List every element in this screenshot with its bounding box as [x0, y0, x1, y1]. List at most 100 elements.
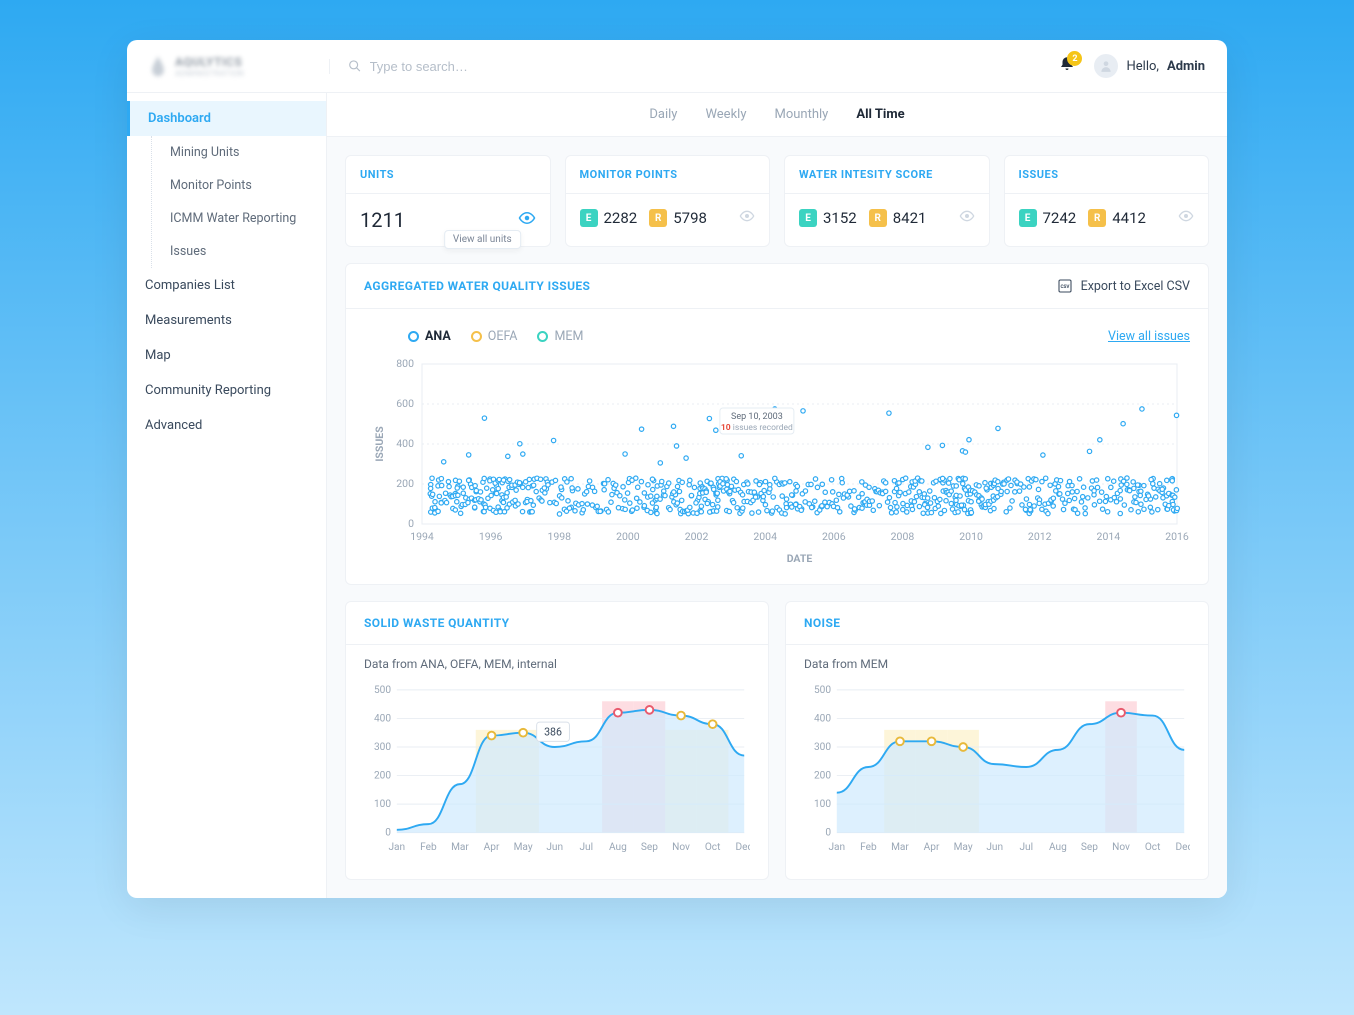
- svg-text:Mar: Mar: [451, 842, 469, 853]
- svg-text:500: 500: [374, 685, 391, 696]
- svg-text:Jan: Jan: [828, 842, 845, 853]
- stat-wi-title: WATER INTESITY SCORE: [785, 156, 989, 194]
- sidebar-item-mining-units[interactable]: Mining Units: [156, 136, 326, 169]
- svg-text:200: 200: [396, 477, 414, 490]
- view-all-issues-link[interactable]: View all issues: [1108, 329, 1190, 344]
- stat-issues: ISSUES E7242 R4412: [1004, 155, 1210, 247]
- legend-ana[interactable]: ANA: [408, 329, 451, 344]
- panel-noise: NOISE Data from MEM 0100200300400500JanF…: [785, 601, 1209, 880]
- stat-wi-r: 8421: [893, 209, 927, 227]
- eye-icon[interactable]: [739, 208, 755, 228]
- eye-icon[interactable]: [518, 209, 536, 231]
- svg-text:500: 500: [814, 685, 831, 696]
- svg-text:2014: 2014: [1097, 530, 1121, 543]
- app-window: AQULYTICS ADMINISTRATION 2 Hello, Admin …: [127, 40, 1227, 898]
- svg-text:1994: 1994: [410, 530, 434, 543]
- main: Daily Weekly Mounthly All Time UNITS 121…: [327, 93, 1227, 898]
- svg-text:May: May: [514, 842, 533, 853]
- svg-text:DATE: DATE: [787, 552, 813, 564]
- tab-weekly[interactable]: Weekly: [705, 107, 746, 122]
- panel-noise-title: NOISE: [804, 616, 840, 630]
- stat-water-intensity: WATER INTESITY SCORE E3152 R8421: [784, 155, 990, 247]
- svg-text:400: 400: [396, 437, 414, 450]
- notification-count: 2: [1067, 51, 1082, 66]
- svg-text:2000: 2000: [616, 530, 640, 543]
- svg-text:400: 400: [814, 713, 831, 724]
- badge-r: R: [1088, 209, 1106, 227]
- svg-text:Nov: Nov: [672, 842, 690, 853]
- svg-text:2004: 2004: [753, 530, 777, 543]
- tab-all-time[interactable]: All Time: [856, 107, 904, 122]
- stat-issues-title: ISSUES: [1005, 156, 1209, 194]
- agg-legend: ANA OEFA MEM View all issues: [408, 329, 1190, 344]
- svg-text:CSV: CSV: [1060, 284, 1070, 290]
- sidebar-item-dashboard[interactable]: Dashboard: [127, 101, 326, 136]
- svg-text:100: 100: [374, 799, 391, 810]
- noise-chart: 0100200300400500JanFebMarAprMayJunJulAug…: [804, 679, 1190, 859]
- user-menu[interactable]: Hello, Admin: [1094, 54, 1205, 78]
- legend-oefa[interactable]: OEFA: [471, 329, 518, 344]
- svg-text:Jun: Jun: [546, 842, 563, 853]
- eye-icon[interactable]: [959, 208, 975, 228]
- sidebar-item-monitor-points[interactable]: Monitor Points: [156, 169, 326, 202]
- svg-text:2016: 2016: [1165, 530, 1189, 543]
- stat-units-value: 1211: [360, 208, 405, 232]
- svg-text:200: 200: [814, 770, 831, 781]
- svg-text:Jul: Jul: [579, 842, 593, 853]
- stat-issues-r: 4412: [1112, 209, 1146, 227]
- svg-text:0: 0: [825, 828, 831, 839]
- badge-r: R: [649, 209, 667, 227]
- sidebar: Dashboard Mining Units Monitor Points IC…: [127, 93, 327, 898]
- notifications-button[interactable]: 2: [1058, 55, 1076, 77]
- svg-text:Sep 10, 2003: Sep 10, 2003: [731, 412, 783, 422]
- sidebar-item-measurements[interactable]: Measurements: [127, 303, 326, 338]
- svg-text:0: 0: [385, 828, 391, 839]
- stat-mp-e: 2282: [604, 209, 638, 227]
- csv-icon: CSV: [1057, 278, 1073, 294]
- badge-e: E: [1019, 209, 1037, 227]
- sidebar-item-map[interactable]: Map: [127, 338, 326, 373]
- panel-agg-title: AGGREGATED WATER QUALITY ISSUES: [364, 279, 590, 293]
- svg-text:Sep: Sep: [641, 842, 658, 853]
- svg-text:300: 300: [374, 742, 391, 753]
- legend-mem[interactable]: MEM: [537, 329, 583, 344]
- svg-text:800: 800: [396, 357, 414, 370]
- time-tabs: Daily Weekly Mounthly All Time: [327, 93, 1227, 137]
- tab-daily[interactable]: Daily: [649, 107, 677, 122]
- svg-text:0: 0: [408, 517, 414, 530]
- sidebar-item-issues[interactable]: Issues: [156, 235, 326, 268]
- svg-text:ISSUES: ISSUES: [373, 426, 386, 462]
- logo-text: AQULYTICS: [175, 55, 244, 69]
- stat-wi-e: 3152: [823, 209, 857, 227]
- sidebar-item-companies[interactable]: Companies List: [127, 268, 326, 303]
- stat-mp-r: 5798: [673, 209, 707, 227]
- sidebar-item-advanced[interactable]: Advanced: [127, 408, 326, 443]
- svg-text:Sep: Sep: [1081, 842, 1098, 853]
- svg-text:Aug: Aug: [1049, 842, 1067, 853]
- svg-text:Feb: Feb: [860, 842, 877, 853]
- svg-text:Dec: Dec: [736, 842, 750, 853]
- search-input[interactable]: [370, 59, 1059, 74]
- topbar: AQULYTICS ADMINISTRATION 2 Hello, Admin: [127, 40, 1227, 93]
- svg-text:100: 100: [814, 799, 831, 810]
- sidebar-item-icmm[interactable]: ICMM Water Reporting: [156, 202, 326, 235]
- stat-cards: UNITS 1211 View all units MONITOR POINTS: [345, 155, 1209, 247]
- scatter-chart: 0200400600800199419961998200020022004200…: [364, 354, 1190, 564]
- svg-text:10 issues recorded: 10 issues recorded: [721, 423, 793, 433]
- logo: AQULYTICS ADMINISTRATION: [149, 55, 329, 78]
- sidebar-item-community[interactable]: Community Reporting: [127, 373, 326, 408]
- panel-waste: SOLID WASTE QUANTITY Data from ANA, OEFA…: [345, 601, 769, 880]
- svg-text:1996: 1996: [479, 530, 503, 543]
- svg-text:1998: 1998: [547, 530, 571, 543]
- svg-text:300: 300: [814, 742, 831, 753]
- svg-text:200: 200: [374, 770, 391, 781]
- export-csv-label: Export to Excel CSV: [1081, 279, 1190, 294]
- eye-icon[interactable]: [1178, 208, 1194, 228]
- logo-subtitle: ADMINISTRATION: [175, 69, 244, 78]
- stat-monitor-points: MONITOR POINTS E2282 R5798: [565, 155, 771, 247]
- svg-text:May: May: [954, 842, 973, 853]
- tab-monthly[interactable]: Mounthly: [774, 107, 828, 122]
- export-csv-button[interactable]: CSV Export to Excel CSV: [1057, 278, 1190, 294]
- logo-icon: [149, 55, 167, 77]
- stat-units-title: UNITS: [346, 156, 550, 194]
